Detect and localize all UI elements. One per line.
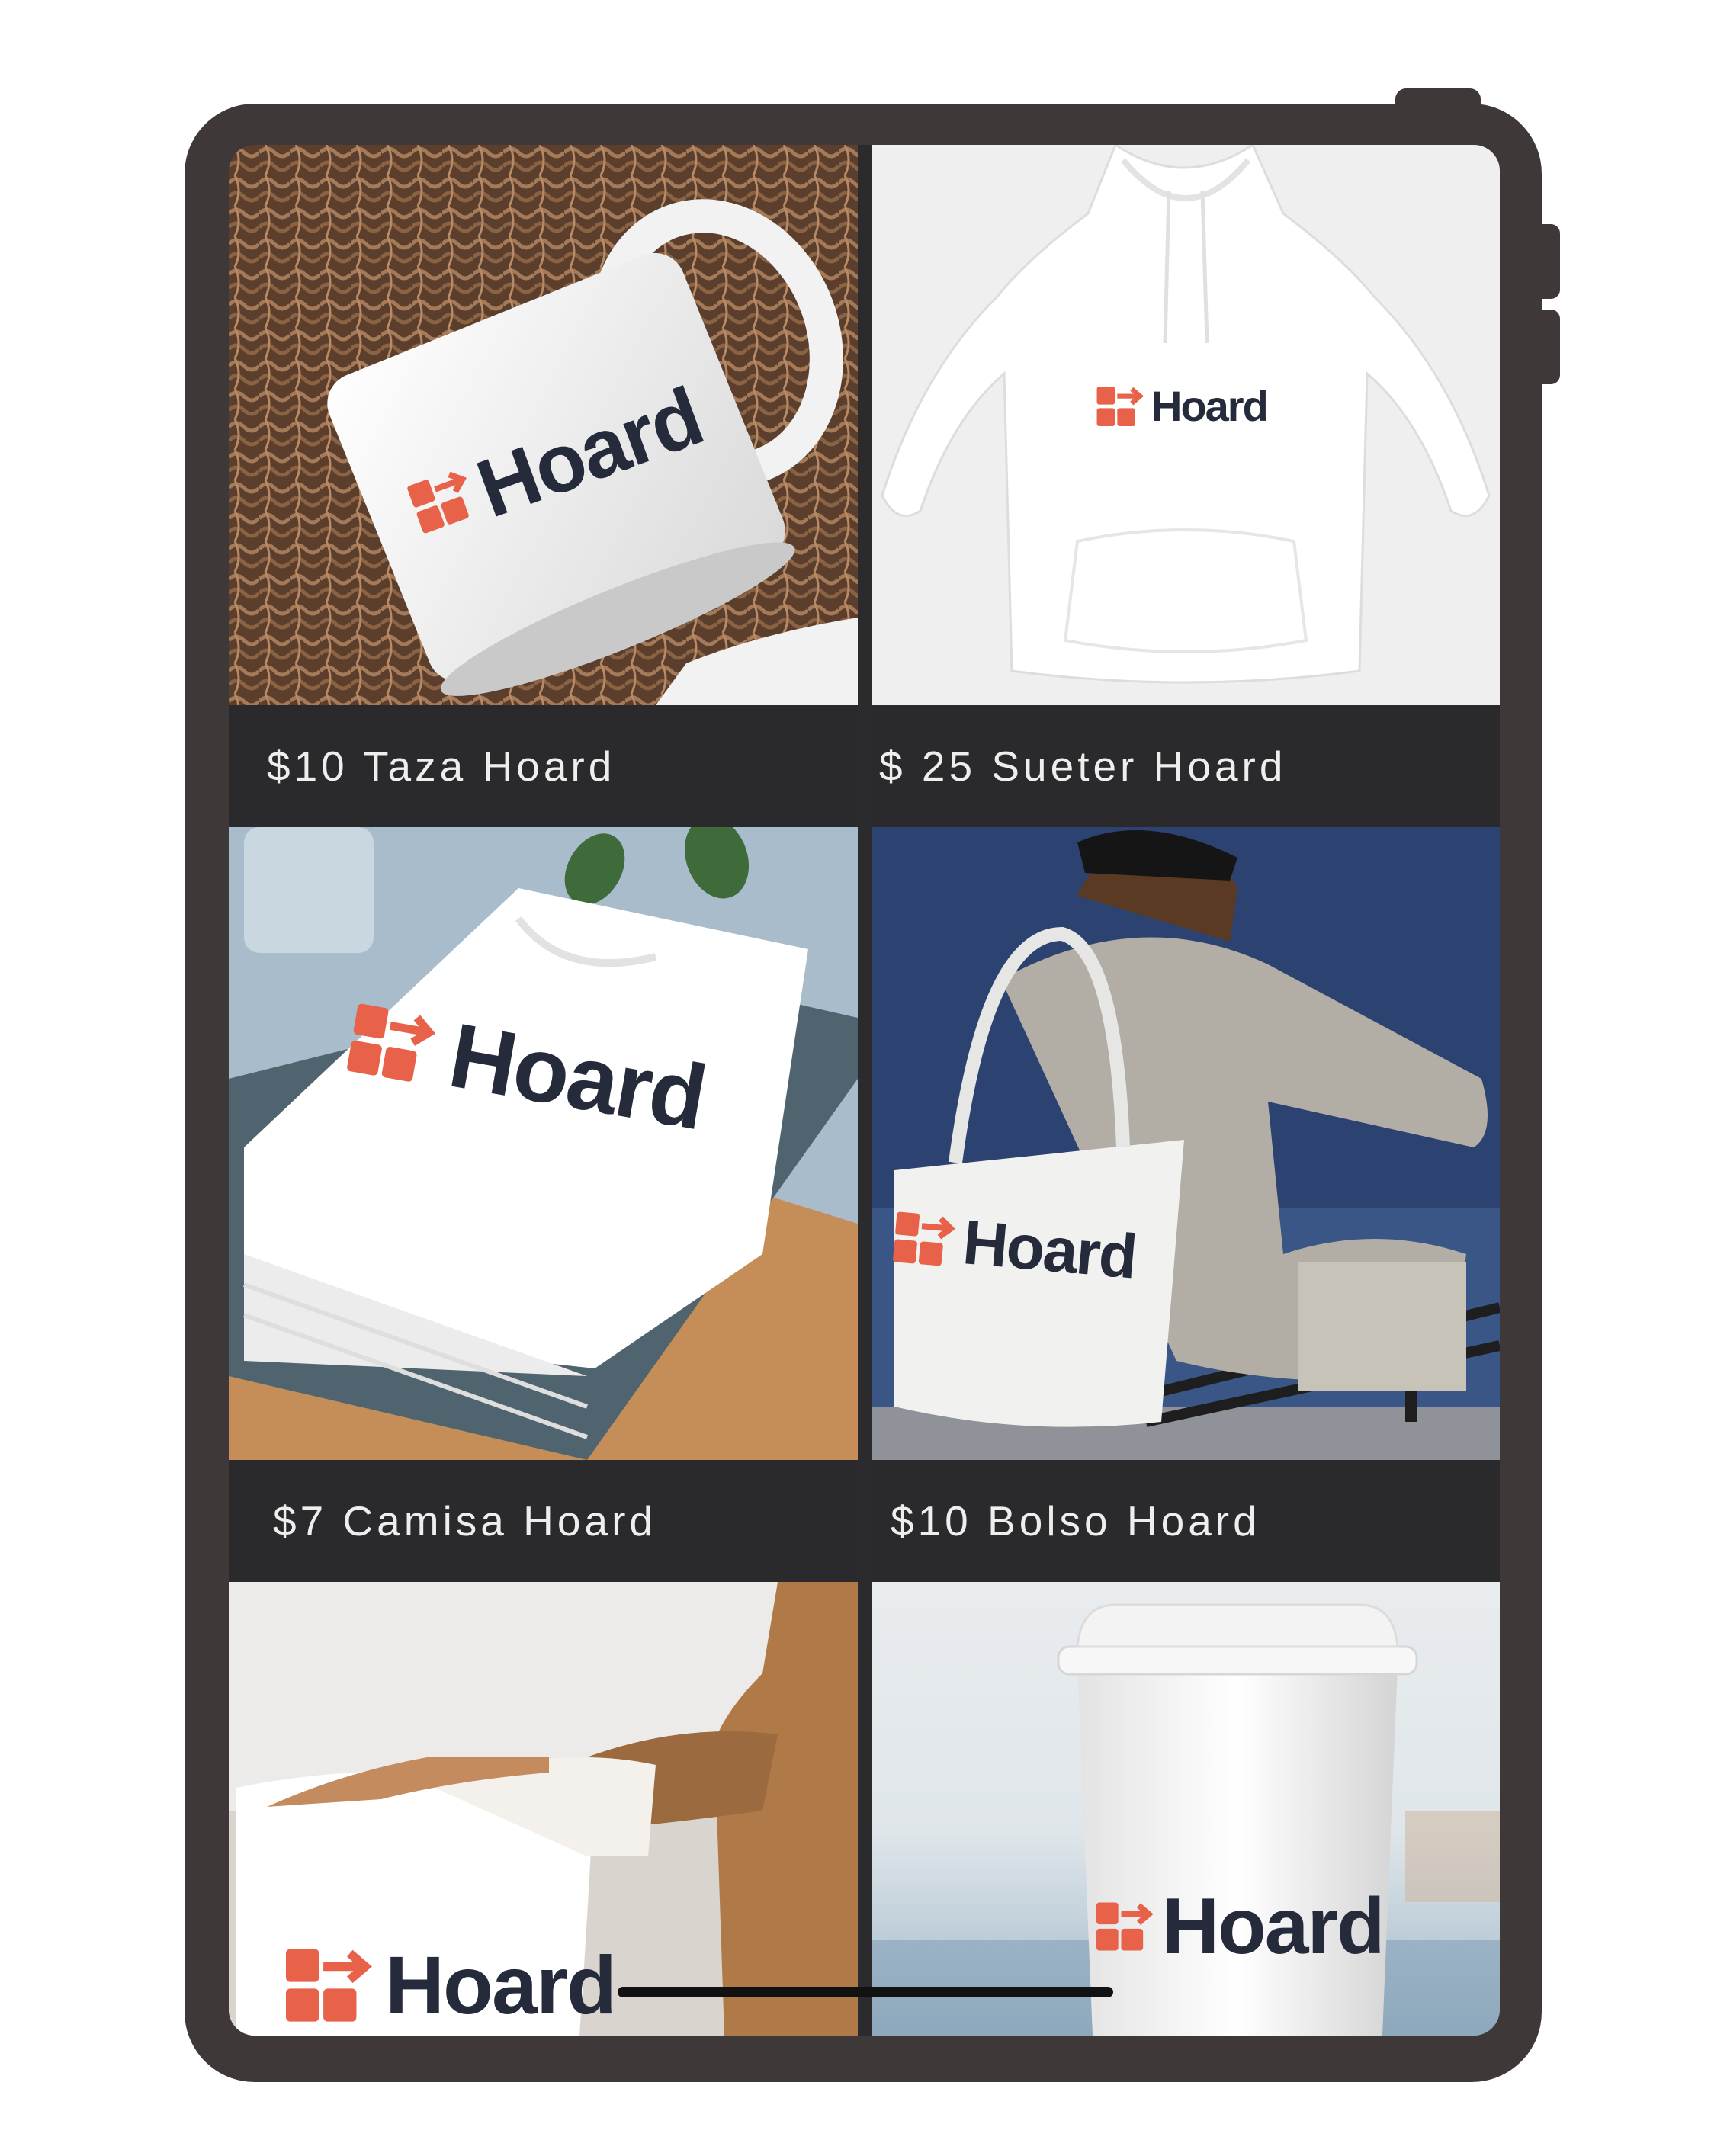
hoard-logo: Hoard — [286, 1939, 617, 2031]
logo-wordmark: Hoard — [385, 1939, 617, 2031]
logo-wordmark: Hoard — [1162, 1882, 1385, 1971]
logo-wordmark: Hoard — [1151, 382, 1269, 430]
tote-bag-image — [872, 827, 1500, 1460]
tshirt-image — [229, 827, 858, 1460]
product-card-mug[interactable]: Hoard — [229, 145, 858, 705]
product-caption: $10 Taza Hoard — [229, 705, 858, 827]
volume-down-button — [1534, 310, 1560, 384]
hoard-logo: Hoard — [1096, 1882, 1385, 1971]
brand-mark-icon — [286, 1949, 372, 2022]
product-card-coffee-cup[interactable]: Hoard — [872, 1582, 1500, 2036]
brand-mark-icon — [347, 1003, 436, 1082]
product-card-tshirt[interactable]: Hoard — [229, 827, 858, 1460]
brand-mark-icon — [1096, 1902, 1154, 1951]
power-button — [1395, 88, 1481, 111]
product-card-pillow[interactable]: Hoard — [229, 1582, 858, 2036]
product-caption: $10 Bolso Hoard — [872, 1460, 1500, 1582]
hoard-logo: Hoard — [1096, 382, 1269, 430]
product-grid-screen: Hoard $10 Taza Hoard Hoard $ 25 Sueter H… — [229, 145, 1500, 2036]
home-indicator[interactable] — [618, 1987, 1113, 1997]
brand-mark-icon — [893, 1211, 955, 1266]
product-caption: $ 25 Sueter Hoard — [872, 705, 1500, 827]
product-card-tote-bag[interactable]: Hoard — [872, 827, 1500, 1460]
brand-mark-icon — [1096, 387, 1144, 426]
product-caption: $7 Camisa Hoard — [229, 1460, 858, 1582]
product-card-hoodie[interactable]: Hoard — [872, 145, 1500, 705]
logo-wordmark: Hoard — [960, 1208, 1139, 1292]
volume-up-button — [1534, 224, 1560, 299]
